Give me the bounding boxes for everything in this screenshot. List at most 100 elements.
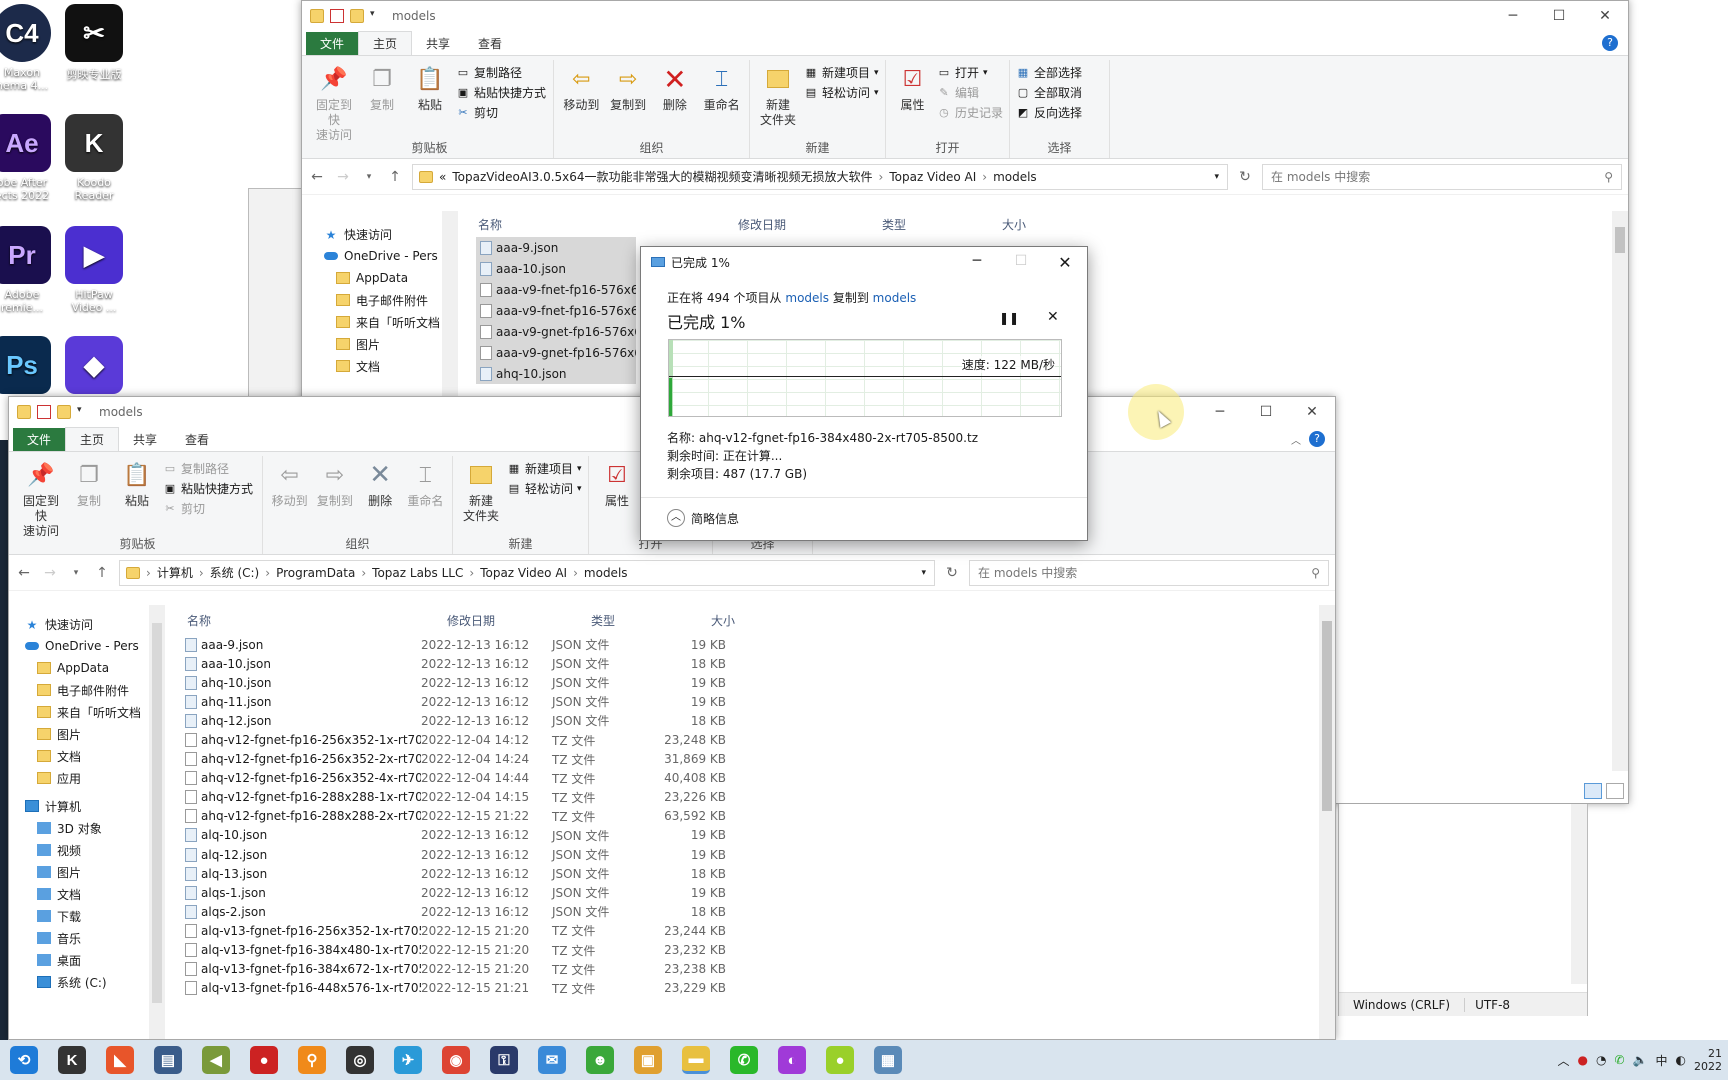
edit-button[interactable]: ✎ 编辑 bbox=[937, 84, 1003, 101]
address-bar[interactable]: › 计算机 › 系统 (C:) › ProgramData › Topaz La… bbox=[119, 559, 935, 586]
tab-share[interactable]: 共享 bbox=[119, 428, 171, 451]
table-row[interactable]: alqs-1.json 2022-12-13 16:12 JSON 文件 19 KB bbox=[185, 883, 785, 902]
easy-access-button[interactable]: ▤ 轻松访问 ▾ bbox=[507, 480, 582, 497]
refresh-icon[interactable]: ↻ bbox=[1236, 169, 1254, 185]
nav-item[interactable]: 3D 对象 bbox=[25, 817, 155, 839]
taskbar-app-icon[interactable]: ▦ bbox=[874, 1046, 902, 1074]
nav-item[interactable]: OneDrive - Pers bbox=[25, 635, 155, 657]
table-row[interactable]: ahq-v12-fgnet-fp16-256x352-2x-rt70... 202… bbox=[185, 750, 785, 769]
column-header-date[interactable]: 修改日期 bbox=[738, 216, 882, 233]
taskbar-app-icon[interactable]: ▬ bbox=[682, 1046, 710, 1074]
nav-scrollbar[interactable] bbox=[442, 211, 458, 401]
taskbar-app-icon[interactable]: ● bbox=[826, 1046, 854, 1074]
taskbar-app-icon[interactable]: ✉ bbox=[538, 1046, 566, 1074]
destination-folder-link[interactable]: models bbox=[873, 291, 917, 305]
breadcrumb-item[interactable]: Topaz Video AI bbox=[889, 170, 976, 184]
history-button[interactable]: ◷ 历史记录 bbox=[937, 104, 1003, 121]
desktop-icon-jianying[interactable]: ✂ 剪映专业版 bbox=[58, 0, 130, 96]
list-item[interactable]: ahq-10.json bbox=[476, 363, 636, 384]
refresh-icon[interactable]: ↻ bbox=[943, 565, 961, 581]
table-row[interactable]: aaa-9.json 2022-12-13 16:12 JSON 文件 19 KB bbox=[185, 635, 785, 654]
view-toggle-tiles-icon[interactable] bbox=[1606, 783, 1624, 799]
search-input[interactable]: 在 models 中搜索 ⚲ bbox=[1262, 163, 1622, 190]
table-row[interactable]: alqs-2.json 2022-12-13 16:12 JSON 文件 18 KB bbox=[185, 902, 785, 921]
list-item[interactable]: aaa-10.json bbox=[476, 258, 636, 279]
taskbar-app-icon[interactable]: ⚿ bbox=[490, 1046, 518, 1074]
less-info-toggle[interactable]: ︿ 简略信息 bbox=[667, 509, 739, 527]
nav-item[interactable]: 文档 bbox=[25, 745, 155, 767]
forward-arrow-icon[interactable]: → bbox=[41, 565, 59, 581]
desktop-icon-premiere[interactable]: Pr Adobe remie... bbox=[0, 222, 58, 318]
address-bar[interactable]: « TopazVideoAI3.0.5x64一款功能非常强大的模糊视频变清晰视频… bbox=[412, 163, 1228, 190]
open-button[interactable]: ▭ 打开 ▾ bbox=[937, 64, 1003, 81]
table-row[interactable]: alq-v13-fgnet-fp16-384x480-1x-rt705... 20… bbox=[185, 941, 785, 960]
tab-view[interactable]: 查看 bbox=[171, 428, 223, 451]
nav-item[interactable]: 电子邮件附件 bbox=[25, 679, 155, 701]
table-row[interactable]: ahq-10.json 2022-12-13 16:12 JSON 文件 19 KB bbox=[185, 673, 785, 692]
cut-button[interactable]: ✂ 剪切 bbox=[163, 500, 253, 517]
taskbar-app-icon[interactable]: ⟲ bbox=[10, 1046, 38, 1074]
new-folder-icon[interactable] bbox=[57, 405, 71, 419]
table-row[interactable]: alq-13.json 2022-12-13 16:12 JSON 文件 18 KB bbox=[185, 864, 785, 883]
breadcrumb-item[interactable]: 系统 (C:) bbox=[210, 564, 260, 581]
recent-chevron-icon[interactable]: ▾ bbox=[360, 172, 378, 182]
cut-button[interactable]: ✂ 剪切 bbox=[456, 104, 546, 121]
minimize-button[interactable]: ─ bbox=[955, 253, 999, 272]
nav-item[interactable]: 下载 bbox=[25, 905, 155, 927]
new-item-button[interactable]: ▦ 新建项目 ▾ bbox=[507, 460, 582, 477]
back-arrow-icon[interactable]: ← bbox=[15, 565, 33, 581]
breadcrumb-item[interactable]: ProgramData bbox=[276, 566, 355, 580]
table-row[interactable]: ahq-v12-fgnet-fp16-256x352-4x-rt70... 202… bbox=[185, 769, 785, 788]
close-button[interactable]: ✕ bbox=[1043, 253, 1087, 272]
taskbar-app-icon[interactable]: ✆ bbox=[730, 1046, 758, 1074]
column-header-type[interactable]: 类型 bbox=[591, 612, 711, 629]
invert-selection-button[interactable]: ◩ 反向选择 bbox=[1016, 104, 1082, 121]
table-row[interactable]: ahq-v12-fgnet-fp16-256x352-1x-rt70... 202… bbox=[185, 730, 785, 749]
table-row[interactable]: alq-v13-fgnet-fp16-256x352-1x-rt705... 20… bbox=[185, 921, 785, 940]
taskbar-app-icon[interactable]: ● bbox=[250, 1046, 278, 1074]
ime-mode-icon[interactable]: ◐ bbox=[1676, 1053, 1686, 1067]
file-scrollbar[interactable] bbox=[1319, 605, 1335, 1039]
volume-icon[interactable]: 🔈 bbox=[1633, 1053, 1648, 1067]
new-item-button[interactable]: ▦ 新建项目 ▾ bbox=[804, 64, 879, 81]
taskbar-app-icon[interactable]: ◐ bbox=[778, 1046, 806, 1074]
list-item[interactable]: aaa-v9-gnet-fp16-576x6 bbox=[476, 342, 636, 363]
copy-path-button[interactable]: ▭ 复制路径 bbox=[163, 460, 253, 477]
easy-access-button[interactable]: ▤ 轻松访问 ▾ bbox=[804, 84, 879, 101]
table-row[interactable]: aaa-10.json 2022-12-13 16:12 JSON 文件 18 KB bbox=[185, 654, 785, 673]
table-row[interactable]: alq-v13-fgnet-fp16-448x576-1x-rt705... 20… bbox=[185, 979, 785, 998]
taskbar-app-icon[interactable]: ◀ bbox=[202, 1046, 230, 1074]
tab-file[interactable]: 文件 bbox=[306, 32, 359, 55]
tab-home[interactable]: 主页 bbox=[358, 31, 413, 55]
help-icon[interactable]: ? bbox=[1309, 431, 1325, 447]
breadcrumb-item[interactable]: Topaz Video AI bbox=[480, 566, 567, 580]
desktop-icon-koodo[interactable]: K Koodo Reader bbox=[58, 110, 130, 206]
taskbar-app-icon[interactable]: ⚲ bbox=[298, 1046, 326, 1074]
select-none-button[interactable]: ▢ 全部取消 bbox=[1016, 84, 1082, 101]
nav-item[interactable]: ★ 快速访问 bbox=[25, 613, 155, 635]
nav-item[interactable]: 视频 bbox=[25, 839, 155, 861]
table-row[interactable]: alq-12.json 2022-12-13 16:12 JSON 文件 19 KB bbox=[185, 845, 785, 864]
scrollbar-thumb[interactable] bbox=[1615, 227, 1625, 253]
record-icon[interactable]: ● bbox=[1578, 1053, 1588, 1067]
column-header-size[interactable]: 大小 bbox=[1002, 216, 1072, 233]
cancel-copy-button[interactable]: ✕ bbox=[1047, 309, 1059, 325]
nav-item[interactable]: AppData bbox=[25, 657, 155, 679]
properties-check-icon[interactable] bbox=[330, 9, 344, 23]
close-button[interactable]: ✕ bbox=[1289, 397, 1335, 427]
table-row[interactable]: ahq-v12-fgnet-fp16-288x288-1x-rt70... 202… bbox=[185, 788, 785, 807]
taskbar-app-icon[interactable]: K bbox=[58, 1046, 86, 1074]
scrollbar-thumb[interactable] bbox=[152, 623, 162, 1003]
taskbar-app-icon[interactable]: ✈ bbox=[394, 1046, 422, 1074]
help-icon[interactable]: ? bbox=[1602, 35, 1618, 51]
address-dropdown-icon[interactable]: ▾ bbox=[1214, 172, 1219, 182]
table-row[interactable]: ahq-v12-fgnet-fp16-288x288-2x-rt70... 202… bbox=[185, 807, 785, 826]
wechat-tray-icon[interactable]: ✆ bbox=[1614, 1053, 1624, 1067]
nav-scrollbar[interactable] bbox=[149, 605, 165, 1039]
desktop-icon-hitpaw[interactable]: ▶ HitPaw Video ... bbox=[58, 222, 130, 318]
table-row[interactable]: alq-v13-fgnet-fp16-384x672-1x-rt705... 20… bbox=[185, 960, 785, 979]
taskbar-app-icon[interactable]: ◉ bbox=[442, 1046, 470, 1074]
recent-chevron-icon[interactable]: ▾ bbox=[67, 568, 85, 578]
column-header-size[interactable]: 大小 bbox=[711, 612, 781, 629]
nav-item[interactable]: 图片 bbox=[25, 861, 155, 883]
